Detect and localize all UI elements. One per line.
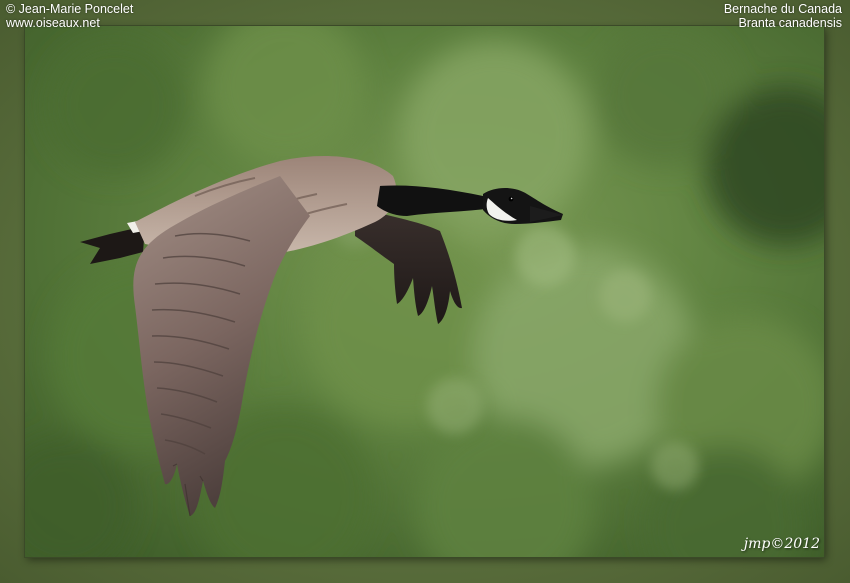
photographer-name: © Jean-Marie Poncelet [6, 2, 134, 16]
species-scientific-name: Branta canadensis [738, 16, 842, 30]
goose-photo [25, 26, 824, 557]
photo-credit: © Jean-Marie Poncelet www.oiseaux.net [6, 2, 133, 30]
species-caption: Bernache du Canada Branta canadensis [724, 2, 842, 30]
species-common-name: Bernache du Canada [723, 2, 842, 16]
website-link: www.oiseaux.net [6, 16, 100, 30]
photographer-signature: jmp©2012 [743, 536, 820, 552]
goose-illustration [25, 26, 824, 557]
